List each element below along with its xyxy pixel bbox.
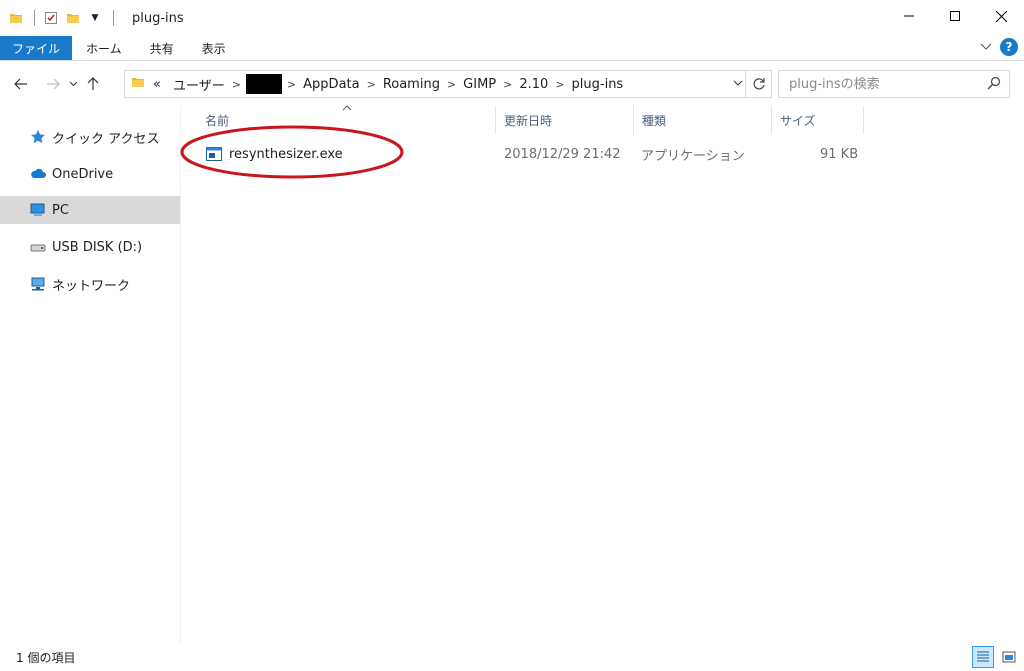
chevron-right-icon[interactable]: > (554, 78, 565, 91)
folder-icon (8, 10, 24, 26)
file-date: 2018/12/29 21:42 (504, 146, 621, 162)
sidebar-item-label: クイック アクセス (52, 131, 160, 147)
minimize-button[interactable] (886, 0, 932, 32)
chevron-right-icon[interactable]: > (446, 78, 457, 91)
breadcrumb-plug-ins[interactable]: plug-ins (566, 77, 630, 92)
breadcrumb-appdata[interactable]: AppData (297, 77, 365, 92)
address-history-dropdown[interactable] (733, 76, 743, 89)
folder-icon (131, 75, 145, 93)
toolbar-divider (34, 10, 35, 26)
navigation-pane: クイック アクセス OneDrive PC USB DISK (D:) ネットワ… (0, 106, 181, 643)
customize-toolbar-icon[interactable]: ▼ (87, 10, 103, 26)
tab-home[interactable]: ホーム (72, 36, 136, 60)
computer-icon (30, 202, 46, 218)
tab-share[interactable]: 共有 (136, 36, 188, 60)
search-box[interactable] (778, 70, 1010, 98)
breadcrumb-roaming[interactable]: Roaming (377, 77, 446, 92)
sidebar-item-label: ネットワーク (52, 278, 131, 294)
search-input[interactable] (789, 76, 979, 92)
close-button[interactable] (978, 0, 1024, 32)
status-bar: 1 個の項目 (0, 643, 1024, 671)
new-folder-icon[interactable] (65, 10, 81, 26)
sidebar-item-onedrive[interactable]: OneDrive (0, 160, 180, 188)
expand-ribbon-icon[interactable] (980, 40, 992, 54)
sidebar-item-label: OneDrive (52, 166, 114, 182)
properties-icon[interactable] (43, 10, 59, 26)
ribbon-tabs: ファイル ホーム 共有 表示 ? (0, 36, 1024, 61)
chevron-right-icon[interactable]: > (231, 78, 242, 91)
address-bar[interactable]: « ユーザー > > AppData > Roaming > GIMP > 2.… (124, 70, 772, 98)
breadcrumb-users[interactable]: ユーザー (167, 75, 231, 94)
column-header-label: サイズ (780, 113, 816, 128)
redacted-username (245, 74, 282, 94)
window-title: plug-ins (132, 10, 184, 26)
tab-file[interactable]: ファイル (0, 36, 73, 60)
chevron-right-icon[interactable]: > (502, 78, 513, 91)
breadcrumb-gimp[interactable]: GIMP (457, 77, 502, 92)
sidebar-item-quick-access[interactable]: クイック アクセス (0, 123, 180, 151)
refresh-button[interactable] (745, 71, 771, 97)
usb-drive-icon (30, 239, 46, 255)
help-icon[interactable]: ? (1000, 38, 1018, 56)
column-header-label: 更新日時 (504, 113, 553, 128)
title-bar: ▼ plug-ins (0, 0, 1024, 36)
highlight-annotation (180, 125, 404, 179)
network-icon (30, 276, 46, 292)
forward-button[interactable] (40, 71, 66, 97)
column-header-label: 種類 (642, 113, 667, 128)
large-icons-view-button[interactable] (998, 646, 1020, 668)
item-count: 1 個の項目 (16, 650, 76, 665)
sidebar-item-pc[interactable]: PC (0, 196, 180, 224)
cloud-icon (30, 166, 46, 182)
file-type: アプリケーション (641, 148, 745, 164)
star-icon (30, 129, 46, 145)
up-button[interactable] (80, 71, 106, 97)
recent-locations-button[interactable] (66, 71, 80, 97)
column-header-size[interactable]: サイズ (772, 106, 864, 134)
file-list: 名前 更新日時 種類 サイズ resynthesizer.exe 2018/12… (180, 105, 1024, 643)
tab-view[interactable]: 表示 (188, 36, 240, 60)
back-button[interactable] (8, 71, 34, 97)
sidebar-item-network[interactable]: ネットワーク (0, 270, 180, 298)
quick-access-toolbar: ▼ (0, 0, 122, 36)
sidebar-item-label: PC (52, 202, 69, 218)
sidebar-item-label: USB DISK (D:) (52, 239, 143, 255)
maximize-button[interactable] (932, 0, 978, 32)
details-view-button[interactable] (972, 646, 994, 668)
column-header-type[interactable]: 種類 (634, 106, 772, 134)
toolbar-divider (113, 10, 114, 26)
chevron-right-icon[interactable]: > (366, 78, 377, 91)
chevron-right-icon[interactable]: > (286, 78, 297, 91)
navigation-bar: « ユーザー > > AppData > Roaming > GIMP > 2.… (0, 62, 1024, 106)
breadcrumb-version[interactable]: 2.10 (513, 77, 554, 92)
column-header-date[interactable]: 更新日時 (496, 106, 634, 134)
search-icon[interactable] (987, 76, 1001, 94)
breadcrumb-overflow[interactable]: « (145, 77, 167, 92)
sidebar-item-usb-disk[interactable]: USB DISK (D:) (0, 233, 180, 261)
file-size: 91 KB (820, 146, 859, 162)
